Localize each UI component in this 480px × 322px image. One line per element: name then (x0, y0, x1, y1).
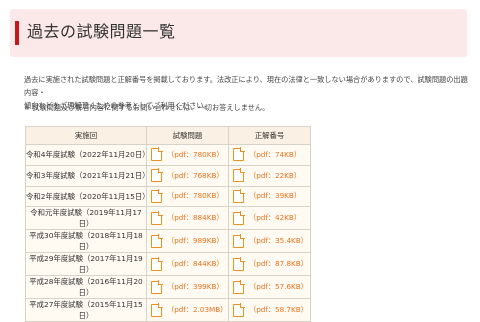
exam-name-cell: 平成29年度試験（2017年11月19日） (25, 252, 147, 277)
answer-cell: （pdf：42KB） (228, 206, 311, 231)
pdf-file-icon (151, 147, 163, 162)
exam-name-cell: 令和3年度試験（2021年11月21日） (25, 164, 150, 187)
inquiry-note: ※ 試験問題及び解答内容に関するお問い合わせには、一切お答えしません。 (24, 103, 270, 112)
problem-cell: （pdf：884KB） (146, 206, 229, 231)
exam-name-cell: 令和元年度試験（2019年11月17日） (25, 206, 147, 231)
col-header-exam: 実施回 (25, 126, 147, 145)
table-row: 平成29年度試験（2017年11月19日） （pdf：844KB） （pdf：87.… (25, 252, 311, 277)
answer-cell: （pdf：57.6KB） (228, 275, 311, 300)
pdf-file-icon (151, 188, 163, 203)
pdf-size-label: （pdf：780KB） (167, 149, 224, 159)
problem-pdf-link[interactable]: （pdf：768KB） (151, 168, 228, 183)
problem-pdf-link[interactable]: （pdf：780KB） (151, 188, 228, 203)
pdf-size-label: （pdf：780KB） (167, 191, 224, 201)
exam-name-cell: 令和4年度試験（2022年11月20日） (25, 144, 150, 166)
answer-cell: （pdf：35.4KB） (228, 229, 311, 254)
answer-pdf-link[interactable]: （pdf：39KB） (233, 188, 310, 203)
answer-pdf-link[interactable]: （pdf：74KB） (233, 147, 310, 162)
table-row: 令和4年度試験（2022年11月20日） （pdf：780KB） （pdf：74KB… (25, 144, 311, 166)
answer-pdf-link[interactable]: （pdf：22KB） (233, 168, 310, 183)
answer-pdf-link[interactable]: （pdf：42KB） (233, 210, 310, 225)
table-row: 令和2年度試験（2020年11月15日） （pdf：780KB） （pdf：39KB… (25, 185, 311, 208)
pdf-file-icon (233, 233, 245, 248)
problem-pdf-link[interactable]: （pdf：780KB） (151, 147, 228, 162)
answer-cell: （pdf：39KB） (228, 185, 311, 208)
problem-cell: （pdf：780KB） (146, 144, 229, 166)
pdf-size-label: （pdf：39KB） (249, 191, 302, 201)
answer-cell: （pdf：87.8KB） (228, 252, 311, 277)
table-row: 平成28年度試験（2016年11月20日） （pdf：399KB） （pdf：57.… (25, 275, 311, 300)
answer-pdf-link[interactable]: （pdf：57.6KB） (233, 279, 310, 294)
table-header-row: 実施回 試験問題 正解番号 (25, 126, 311, 145)
problem-cell: （pdf：780KB） (146, 185, 229, 208)
problem-cell: （pdf：399KB） (146, 275, 229, 300)
problem-pdf-link[interactable]: （pdf：989KB） (151, 233, 228, 248)
problem-cell: （pdf：768KB） (146, 164, 229, 187)
pdf-file-icon (233, 168, 245, 183)
pdf-file-icon (151, 210, 163, 225)
pdf-size-label: （pdf：42KB） (249, 213, 302, 223)
problem-pdf-link[interactable]: （pdf：844KB） (151, 256, 228, 271)
pdf-size-label: （pdf：768KB） (167, 170, 224, 180)
pdf-file-icon (151, 168, 163, 183)
pdf-file-icon (151, 279, 163, 294)
problem-pdf-link[interactable]: （pdf：399KB） (151, 279, 228, 294)
problem-cell: （pdf：2.03MB） (146, 298, 229, 322)
pdf-size-label: （pdf：844KB） (167, 259, 224, 269)
exam-name-cell: 平成27年度試験（2015年11月15日） (25, 298, 147, 322)
pdf-size-label: （pdf：57.6KB） (249, 282, 308, 292)
problem-cell: （pdf：989KB） (146, 229, 229, 254)
header-accent-bar (15, 21, 19, 45)
problem-pdf-link[interactable]: （pdf：884KB） (151, 210, 228, 225)
page-header: 過去の試験問題一覧 (10, 9, 467, 57)
pdf-size-label: （pdf：74KB） (249, 149, 302, 159)
pdf-size-label: （pdf：989KB） (167, 236, 224, 246)
table-row: 令和3年度試験（2021年11月21日） （pdf：768KB） （pdf：22KB… (25, 164, 311, 187)
pdf-file-icon (233, 256, 245, 271)
col-header-answer: 正解番号 (228, 126, 311, 145)
pdf-size-label: （pdf：22KB） (249, 170, 302, 180)
pdf-size-label: （pdf：399KB） (167, 282, 224, 292)
pdf-file-icon (233, 210, 245, 225)
answer-pdf-link[interactable]: （pdf：58.7KB） (233, 302, 310, 317)
pdf-file-icon (233, 188, 245, 203)
pdf-file-icon (233, 147, 245, 162)
intro-line-1: 過去に実施された試験問題と正解番号を掲載しております。法改正により、現在の法律と… (24, 75, 468, 97)
table-row: 令和元年度試験（2019年11月17日） （pdf：884KB） （pdf：42KB… (25, 206, 311, 231)
pdf-file-icon (233, 279, 245, 294)
answer-cell: （pdf：22KB） (228, 164, 311, 187)
table-row: 平成27年度試験（2015年11月15日） （pdf：2.03MB） （pdf：58… (25, 298, 311, 322)
exam-table: 実施回 試験問題 正解番号 令和4年度試験（2022年11月20日） （pdf：7… (25, 126, 311, 322)
pdf-file-icon (151, 256, 163, 271)
pdf-size-label: （pdf：87.8KB） (249, 259, 308, 269)
col-header-problem: 試験問題 (146, 126, 229, 145)
page-title: 過去の試験問題一覧 (27, 22, 176, 41)
pdf-file-icon (151, 302, 163, 317)
pdf-size-label: （pdf：884KB） (167, 213, 224, 223)
exam-name-cell: 平成28年度試験（2016年11月20日） (25, 275, 147, 300)
problem-pdf-link[interactable]: （pdf：2.03MB） (151, 302, 228, 317)
pdf-size-label: （pdf：35.4KB） (249, 236, 308, 246)
answer-pdf-link[interactable]: （pdf：35.4KB） (233, 233, 310, 248)
pdf-file-icon (233, 302, 245, 317)
exam-name-cell: 平成30年度試験（2018年11月18日） (25, 229, 147, 254)
exam-name-cell: 令和2年度試験（2020年11月15日） (25, 185, 150, 208)
answer-cell: （pdf：58.7KB） (228, 298, 311, 322)
table-row: 平成30年度試験（2018年11月18日） （pdf：989KB） （pdf：35.… (25, 229, 311, 254)
answer-pdf-link[interactable]: （pdf：87.8KB） (233, 256, 310, 271)
pdf-file-icon (151, 233, 163, 248)
problem-cell: （pdf：844KB） (146, 252, 229, 277)
answer-cell: （pdf：74KB） (228, 144, 311, 166)
